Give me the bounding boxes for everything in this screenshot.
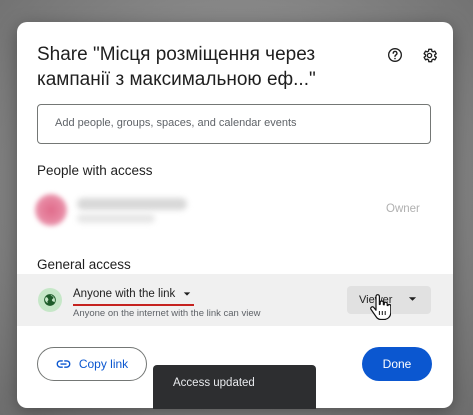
people-with-access-heading: People with access <box>37 163 153 178</box>
link-access-label: Anyone with the link <box>73 288 176 300</box>
avatar <box>35 194 67 226</box>
dialog-title-line-1: Share "Місця розміщення через <box>37 44 316 65</box>
dialog-title: Share "Місця розміщення через кампанії з… <box>37 42 357 92</box>
person-email-redacted <box>77 214 155 223</box>
copy-link-label: Copy link <box>78 357 129 371</box>
owner-role-label: Owner <box>386 203 420 215</box>
caret-down-icon <box>408 297 417 301</box>
globe-icon <box>38 288 62 312</box>
red-underline-annotation <box>73 304 194 306</box>
copy-link-button[interactable]: Copy link <box>37 347 147 381</box>
person-row[interactable]: Owner <box>31 190 441 230</box>
caret-down-icon <box>184 292 191 296</box>
link-icon <box>56 360 71 368</box>
done-label: Done <box>382 357 412 371</box>
general-access-heading: General access <box>37 257 131 272</box>
snackbar: Access updated <box>153 365 316 409</box>
dialog-title-line-2: кампанії з максимальною еф..." <box>37 69 316 90</box>
person-name-redacted <box>77 198 187 210</box>
hand-cursor-icon <box>370 294 391 320</box>
done-button[interactable]: Done <box>362 347 432 381</box>
help-circle-icon[interactable] <box>385 45 405 65</box>
gear-icon[interactable] <box>419 45 439 65</box>
share-dialog: Share "Місця розміщення через кампанії з… <box>17 22 453 408</box>
add-people-placeholder: Add people, groups, spaces, and calendar… <box>55 117 297 129</box>
add-people-input[interactable]: Add people, groups, spaces, and calendar… <box>37 104 431 144</box>
link-access-dropdown[interactable]: Anyone with the link <box>73 286 191 302</box>
link-access-description: Anyone on the internet with the link can… <box>73 308 261 319</box>
snackbar-message: Access updated <box>173 377 255 389</box>
